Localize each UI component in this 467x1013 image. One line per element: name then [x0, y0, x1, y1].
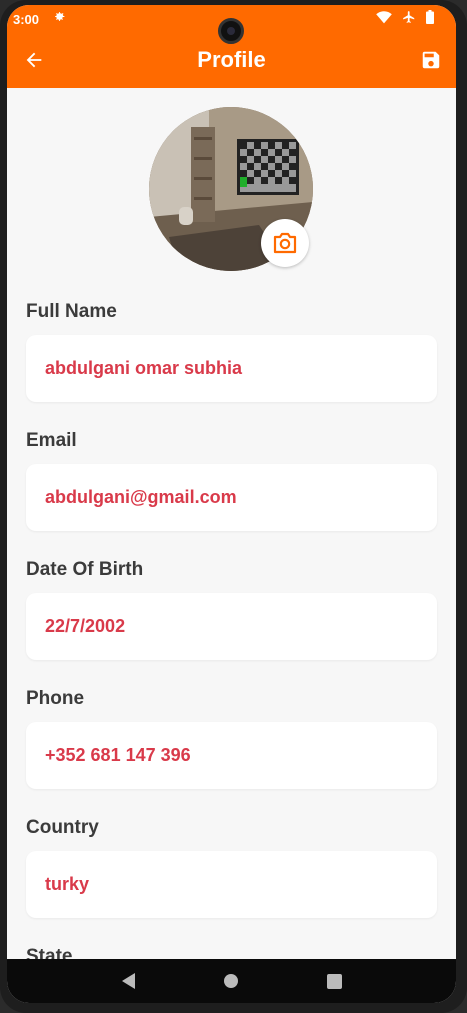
- camera-icon: [273, 232, 297, 254]
- nav-home-button[interactable]: [223, 974, 238, 988]
- phone-value: +352 681 147 396: [45, 745, 191, 765]
- screen: 3:00 Profile Full Name abdulgani omar su…: [7, 5, 456, 1003]
- app-bar: 3:00 Profile: [7, 5, 456, 88]
- full-name-field[interactable]: abdulgani omar subhia: [26, 335, 437, 402]
- email-label: Email: [26, 430, 77, 451]
- country-field[interactable]: turky: [26, 851, 437, 918]
- phone-frame: 3:00 Profile Full Name abdulgani omar su…: [0, 0, 467, 1013]
- save-icon: [422, 51, 440, 69]
- system-nav-bar: [7, 959, 456, 1003]
- status-icons: [376, 10, 434, 29]
- country-label: Country: [26, 817, 99, 838]
- country-value: turky: [45, 874, 90, 894]
- wifi-icon: [376, 10, 392, 29]
- status-time: 3:00: [13, 12, 40, 27]
- phone-field[interactable]: +352 681 147 396: [26, 722, 437, 789]
- email-value: abdulgani@gmail.com: [45, 487, 237, 507]
- change-photo-button[interactable]: [261, 219, 309, 267]
- save-button[interactable]: [420, 49, 442, 71]
- profile-form: Full Name abdulgani omar subhia Email ab…: [26, 301, 438, 976]
- phone-label: Phone: [26, 688, 85, 709]
- airplane-icon: [402, 10, 416, 29]
- front-camera: [218, 18, 244, 44]
- nav-recents-button[interactable]: [326, 973, 342, 989]
- nav-back-button[interactable]: [121, 973, 135, 989]
- date-of-birth-value: 22/7/2002: [45, 616, 126, 636]
- full-name-value: abdulgani omar subhia: [45, 358, 243, 378]
- gear-icon: [53, 10, 66, 26]
- page-title: Profile: [197, 47, 266, 72]
- date-of-birth-label: Date Of Birth: [26, 559, 144, 580]
- date-of-birth-field[interactable]: 22/7/2002: [26, 593, 437, 660]
- email-field[interactable]: abdulgani@gmail.com: [26, 464, 437, 531]
- avatar-section: [149, 107, 313, 271]
- battery-icon: [426, 10, 434, 29]
- full-name-label: Full Name: [26, 301, 117, 322]
